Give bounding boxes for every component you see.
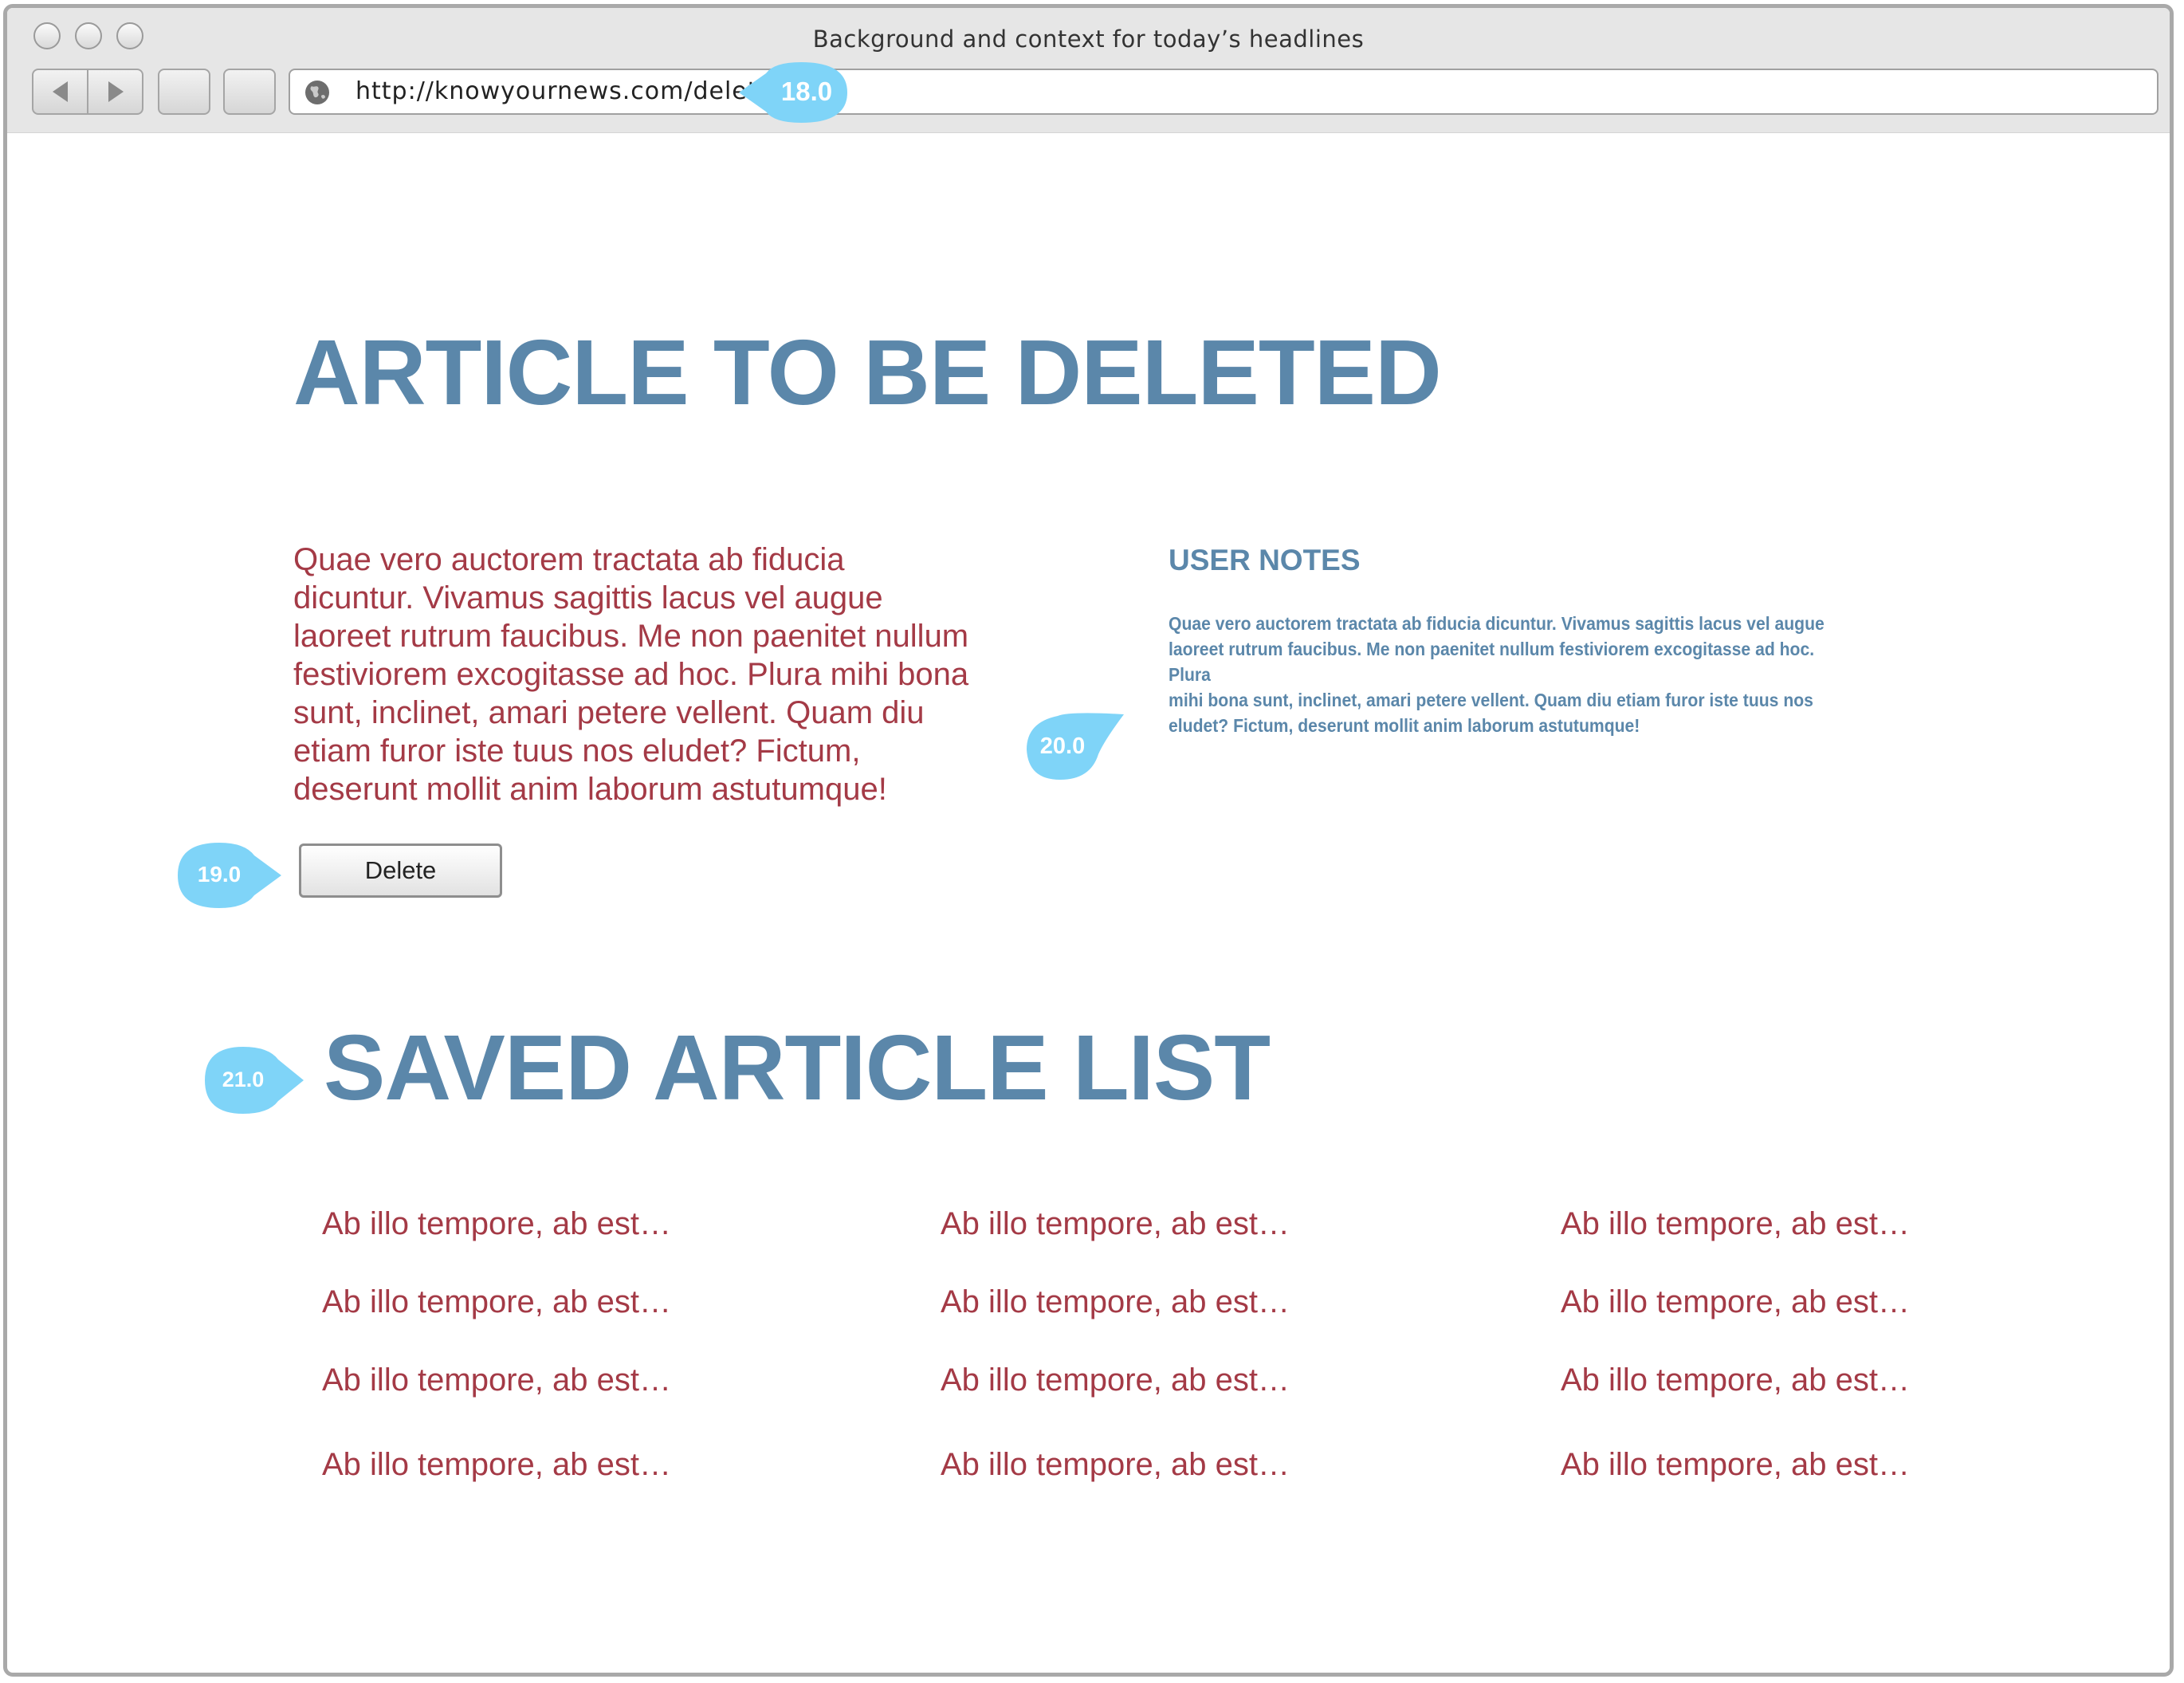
url-text[interactable]: http://knowyournews.com/delete xyxy=(355,77,773,105)
article-body-line: festiviorem excogitasse ad hoc. Plura mi… xyxy=(293,657,969,692)
user-notes-title: USER NOTES xyxy=(1169,544,1361,576)
annotation-tag-url-label: 18.0 xyxy=(780,77,833,106)
forward-arrow-icon xyxy=(108,81,124,102)
saved-article-link[interactable]: Ab illo tempore, ab est… xyxy=(1561,1284,1910,1320)
article-body-line: Quae vero auctorem tractata ab fiducia xyxy=(293,542,845,577)
article-body-line: laoreet rutrum faucibus. Me non paenitet… xyxy=(293,619,969,654)
article-body-line: etiam furor iste tuus nos eludet? Fictum… xyxy=(293,733,861,769)
saved-list-heading: SAVED ARTICLE LIST xyxy=(324,1016,1271,1119)
article-body: Quae vero auctorem tractata ab fiducia d… xyxy=(293,541,1059,808)
toolbar-button-1[interactable] xyxy=(158,69,210,115)
saved-article-link[interactable]: Ab illo tempore, ab est… xyxy=(941,1447,1290,1483)
globe-icon xyxy=(305,81,329,104)
window-title: Background and context for today’s headl… xyxy=(812,26,1365,53)
back-button[interactable] xyxy=(33,70,87,113)
browser-window: Background and context for today’s headl… xyxy=(3,4,2174,1677)
saved-article-link[interactable]: Ab illo tempore, ab est… xyxy=(941,1284,1290,1320)
user-notes-line: mihi bona sunt, inclinet, amari petere v… xyxy=(1169,690,1813,710)
annotation-tag-saved-list: 21.0 xyxy=(205,1047,304,1114)
saved-article-link[interactable]: Ab illo tempore, ab est… xyxy=(941,1363,1290,1398)
user-notes-line: laoreet rutrum faucibus. Me non paenitet… xyxy=(1169,639,1815,685)
saved-article-link[interactable]: Ab illo tempore, ab est… xyxy=(322,1447,671,1483)
user-notes-line: eludet? Fictum, deserunt mollit anim lab… xyxy=(1169,715,1640,736)
saved-article-link[interactable]: Ab illo tempore, ab est… xyxy=(1561,1447,1910,1483)
delete-button[interactable]: Delete xyxy=(299,843,502,898)
forward-button[interactable] xyxy=(87,70,142,113)
article-body-line: deserunt mollit anim laborum astutumque! xyxy=(293,772,887,807)
annotation-tag-notes-label: 20.0 xyxy=(1039,733,1086,759)
article-body-line: sunt, inclinet, amari petere vellent. Qu… xyxy=(293,695,925,730)
user-notes-line: Quae vero auctorem tractata ab fiducia d… xyxy=(1169,613,1825,634)
article-heading: ARTICLE TO BE DELETED xyxy=(293,320,1442,424)
back-forward-group xyxy=(32,69,143,115)
user-notes-body: Quae vero auctorem tractata ab fiducia d… xyxy=(1169,611,1851,738)
saved-article-link[interactable]: Ab illo tempore, ab est… xyxy=(322,1363,671,1398)
annotation-tag-delete-label: 19.0 xyxy=(197,862,242,887)
saved-article-link[interactable]: Ab illo tempore, ab est… xyxy=(1561,1206,1910,1242)
annotation-tag-saved-list-label: 21.0 xyxy=(222,1068,265,1091)
article-body-line: dicuntur. Vivamus sagittis lacus vel aug… xyxy=(293,580,883,615)
saved-article-link[interactable]: Ab illo tempore, ab est… xyxy=(1561,1363,1910,1398)
annotation-tag-delete: 19.0 xyxy=(178,843,281,908)
saved-article-link[interactable]: Ab illo tempore, ab est… xyxy=(322,1206,671,1242)
saved-article-link[interactable]: Ab illo tempore, ab est… xyxy=(941,1206,1290,1242)
saved-article-link[interactable]: Ab illo tempore, ab est… xyxy=(322,1284,671,1320)
annotation-tag-notes: 20.0 xyxy=(1022,708,1125,784)
annotation-tag-url: 18.0 xyxy=(739,62,858,123)
address-bar[interactable]: http://knowyournews.com/delete xyxy=(289,69,2158,115)
toolbar-button-2[interactable] xyxy=(223,69,276,115)
browser-toolbar: Background and context for today’s headl… xyxy=(7,8,2170,133)
back-arrow-icon xyxy=(52,81,68,102)
